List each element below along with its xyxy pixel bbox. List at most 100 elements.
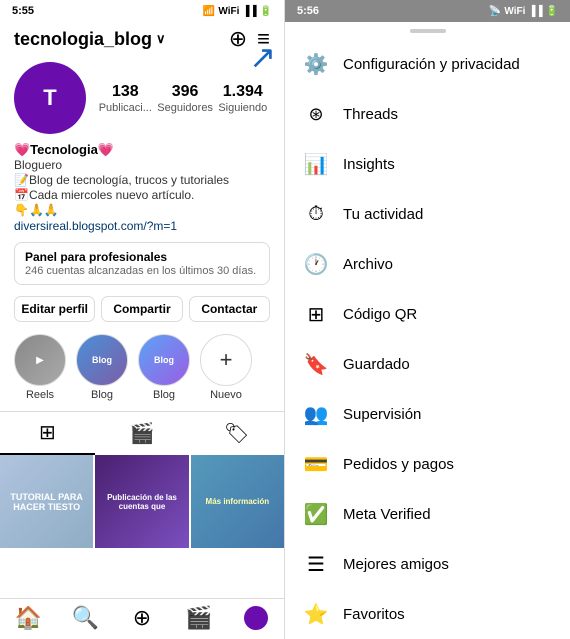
right-panel: 5:56 📡 WiFi ▐▐ 🔋 ↙ ⚙️ Configuración y pr… xyxy=(285,0,570,639)
menu-item-qr[interactable]: ⊞ Código QR xyxy=(285,289,570,339)
tab-bar: ⊞ 🎬 🏷 xyxy=(0,411,284,455)
bio-name: 💗Tecnologia💗 xyxy=(14,142,270,158)
share-button[interactable]: Compartir xyxy=(101,296,182,322)
action-buttons: Editar perfil Compartir Contactar xyxy=(0,290,284,328)
supervision-icon: 👥 xyxy=(303,401,329,427)
stat-label-flw: Siguiendo xyxy=(218,102,267,114)
wifi-icon-right: WiFi xyxy=(504,6,525,17)
highlight-circle-blog2: Blog xyxy=(138,334,190,386)
menu-item-supervision[interactable]: 👥 Supervisión xyxy=(285,389,570,439)
avatar-letter: T xyxy=(43,85,56,111)
contact-button[interactable]: Contactar xyxy=(189,296,270,322)
battery-icon-right: 🔋 xyxy=(546,6,558,17)
menu-label-insights: Insights xyxy=(343,156,395,173)
highlight-label-blog1: Blog xyxy=(91,389,113,401)
panel-title: Panel para profesionales xyxy=(25,250,259,264)
avatar: T xyxy=(14,62,86,134)
threads-icon: ⊛ xyxy=(303,101,329,127)
nav-add[interactable]: ⊕ xyxy=(114,605,171,631)
menu-item-archive[interactable]: 🕐 Archivo xyxy=(285,239,570,289)
highlight-new[interactable]: + Nuevo xyxy=(200,334,252,401)
menu-label-saved: Guardado xyxy=(343,356,410,373)
stats-row: 138 Publicaci... 396 Seguidores 1.394 Si… xyxy=(96,83,270,114)
profile-header: tecnologia_blog ∨ ⊕ ≡ xyxy=(0,22,284,58)
menu-label-threads: Threads xyxy=(343,106,398,123)
meta-icon: ✅ xyxy=(303,501,329,527)
menu-label-bestfriends: Mejores amigos xyxy=(343,556,449,573)
bio-link[interactable]: diversireal.blogspot.com/?m=1 xyxy=(14,219,270,233)
stat-following: 1.394 Siguiendo xyxy=(218,83,267,114)
menu-label-archive: Archivo xyxy=(343,256,393,273)
username-section[interactable]: tecnologia_blog ∨ xyxy=(14,29,166,50)
drag-handle xyxy=(410,29,446,33)
tab-reels[interactable]: 🎬 xyxy=(95,412,190,455)
favorites-icon: ⭐ xyxy=(303,601,329,627)
profile-stats: T 138 Publicaci... 396 Seguidores 1.394 … xyxy=(0,58,284,140)
nav-search[interactable]: 🔍 xyxy=(57,605,114,631)
time-right: 5:56 xyxy=(297,5,319,17)
bio-title: Bloguero xyxy=(14,158,270,172)
blue-arrow-left-annotation: ↗ xyxy=(249,38,276,76)
panel-desc: 246 cuentas alcanzadas en los últimos 30… xyxy=(25,265,259,277)
highlight-label-reels: Reels xyxy=(26,389,54,401)
edit-profile-button[interactable]: Editar perfil xyxy=(14,296,95,322)
left-panel: 5:55 📶 WiFi ▐▐ 🔋 tecnologia_blog ∨ ⊕ ≡ ↗… xyxy=(0,0,285,639)
menu-item-settings[interactable]: ⚙️ Configuración y privacidad xyxy=(285,39,570,89)
menu-label-orders: Pedidos y pagos xyxy=(343,456,454,473)
menu-item-activity[interactable]: ⏱ Tu actividad xyxy=(285,189,570,239)
highlight-blog1[interactable]: Blog Blog xyxy=(76,334,128,401)
tab-tagged[interactable]: 🏷 xyxy=(189,412,284,455)
stat-number-flw: 1.394 xyxy=(223,83,263,101)
post-cell-3[interactable]: Más información xyxy=(191,455,284,548)
highlight-circle-blog1: Blog xyxy=(76,334,128,386)
menu-label-activity: Tu actividad xyxy=(343,206,423,223)
settings-icon: ⚙️ xyxy=(303,51,329,77)
bio-line-3: 👇🙏🙏 xyxy=(14,203,270,217)
menu-list: ⚙️ Configuración y privacidad ⊛ Threads … xyxy=(285,39,570,639)
post-text-3: Más información xyxy=(191,455,284,548)
menu-item-orders[interactable]: 💳 Pedidos y pagos xyxy=(285,439,570,489)
post-cell-1[interactable]: TUTORIAL PARAHACER TIESTO xyxy=(0,455,93,548)
time-left: 5:55 xyxy=(12,5,34,17)
highlight-reels[interactable]: ▶ Reels xyxy=(14,334,66,401)
menu-item-bestfriends[interactable]: ☰ Mejores amigos xyxy=(285,539,570,589)
posts-grid: TUTORIAL PARAHACER TIESTO Publicación de… xyxy=(0,455,284,598)
chevron-down-icon[interactable]: ∨ xyxy=(156,31,166,47)
menu-item-insights[interactable]: 📊 Insights xyxy=(285,139,570,189)
menu-item-saved[interactable]: 🔖 Guardado xyxy=(285,339,570,389)
stat-label-pub: Publicaci... xyxy=(99,102,152,114)
nfc-icon: 📶 xyxy=(203,6,215,17)
post-text-1: TUTORIAL PARAHACER TIESTO xyxy=(0,455,93,548)
stat-label-fol: Seguidores xyxy=(157,102,213,114)
bottom-nav: 🏠 🔍 ⊕ 🎬 xyxy=(0,598,284,639)
bio-section: 💗Tecnologia💗 Bloguero 📝Blog de tecnologí… xyxy=(0,140,284,237)
menu-item-favorites[interactable]: ⭐ Favoritos xyxy=(285,589,570,639)
insights-icon: 📊 xyxy=(303,151,329,177)
bio-line-2: 📅Cada miercoles nuevo artículo. xyxy=(14,188,270,202)
status-bar-left: 5:55 📶 WiFi ▐▐ 🔋 xyxy=(0,0,284,22)
saved-icon: 🔖 xyxy=(303,351,329,377)
bio-line-1: 📝Blog de tecnología, trucos y tutoriales xyxy=(14,173,270,187)
highlights-row: ▶ Reels Blog Blog Blog Blog + Nuevo xyxy=(0,328,284,407)
post-text-2: Publicación de las cuentas que xyxy=(95,455,188,548)
menu-label-supervision: Supervisión xyxy=(343,406,421,423)
status-bar-right: 5:56 📡 WiFi ▐▐ 🔋 xyxy=(285,0,570,22)
menu-item-meta[interactable]: ✅ Meta Verified xyxy=(285,489,570,539)
post-cell-2[interactable]: Publicación de las cuentas que xyxy=(95,455,188,548)
nfc-icon-right: 📡 xyxy=(489,6,501,17)
tab-grid[interactable]: ⊞ xyxy=(0,412,95,455)
add-post-icon[interactable]: ⊕ xyxy=(229,26,247,52)
highlight-label-new: Nuevo xyxy=(210,389,242,401)
professional-panel[interactable]: Panel para profesionales 246 cuentas alc… xyxy=(14,242,270,285)
signal-icon: ▐▐ xyxy=(242,6,256,17)
status-icons-left: 📶 WiFi ▐▐ 🔋 xyxy=(203,6,272,17)
nav-reels[interactable]: 🎬 xyxy=(170,605,227,631)
stat-publications: 138 Publicaci... xyxy=(99,83,152,114)
highlight-blog2[interactable]: Blog Blog xyxy=(138,334,190,401)
menu-label-settings: Configuración y privacidad xyxy=(343,56,520,73)
nav-avatar xyxy=(244,606,268,630)
nav-profile[interactable] xyxy=(227,605,284,631)
highlight-circle-reels: ▶ xyxy=(14,334,66,386)
nav-home[interactable]: 🏠 xyxy=(0,605,57,631)
menu-item-threads[interactable]: ⊛ Threads xyxy=(285,89,570,139)
